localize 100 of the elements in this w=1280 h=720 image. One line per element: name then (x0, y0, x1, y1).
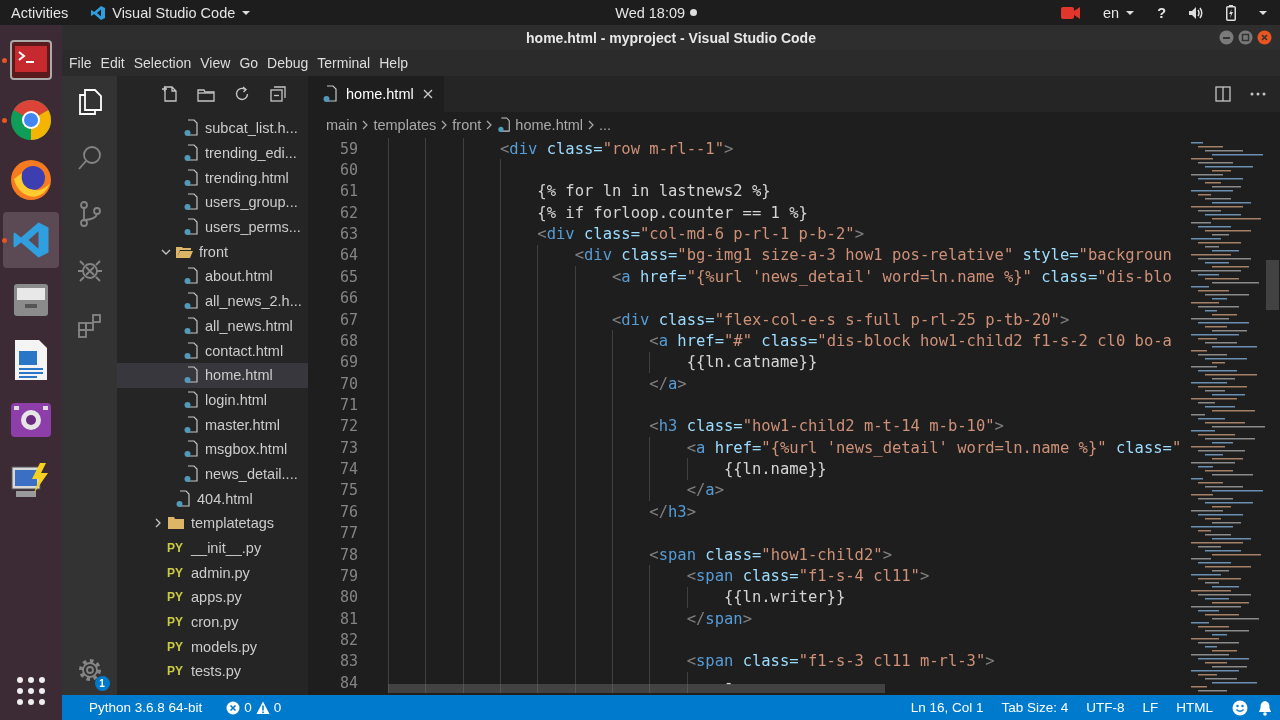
file-tree-item[interactable]: 404.html (117, 486, 308, 511)
file-tree-item[interactable]: about.html (117, 264, 308, 289)
more-actions-icon[interactable] (1250, 92, 1266, 96)
file-tree-item[interactable]: master.html (117, 412, 308, 437)
breadcrumb-item[interactable]: templates (373, 117, 437, 133)
battery-icon[interactable] (1226, 4, 1236, 21)
file-tree-item[interactable]: msgbox.html (117, 436, 308, 462)
file-name: tests.py (191, 663, 241, 680)
file-tree-item[interactable]: login.html (117, 387, 308, 413)
menu-item[interactable]: View (195, 55, 235, 71)
menu-item[interactable]: Edit (95, 55, 129, 71)
file-tree-item[interactable]: contact.html (117, 338, 308, 363)
vertical-scrollbar[interactable] (1266, 260, 1279, 310)
file-icon (183, 415, 199, 434)
line-number: 67 (339, 310, 358, 329)
file-tree-item[interactable]: all_news_2.h... (117, 288, 308, 314)
code-line: <span class="f1-s-3 cl11 m-rl-3"> (686, 652, 995, 671)
breadcrumb-item[interactable]: front (452, 117, 482, 133)
menu-item[interactable]: File (64, 55, 96, 71)
file-tree-item[interactable]: PY models.py (117, 634, 308, 660)
file-icon (183, 267, 199, 286)
file-name: front (199, 243, 228, 260)
line-number: 80 (339, 588, 358, 607)
menu-item[interactable]: Go (234, 55, 263, 71)
line-number: 78 (339, 545, 358, 564)
file-type-label: PY (167, 639, 183, 654)
file-tree-item[interactable]: PY tests.py (117, 659, 308, 684)
menu-item[interactable]: Help (374, 55, 413, 71)
file-tree-item[interactable]: PY apps.py (117, 585, 308, 610)
line-ending-setting[interactable]: LF (1133, 700, 1168, 715)
file-name: about.html (205, 268, 273, 285)
help-menu[interactable]: ? (1157, 4, 1166, 21)
camera-icon[interactable] (1061, 5, 1081, 20)
new-file-icon[interactable] (161, 85, 179, 103)
file-name: home.html (205, 367, 273, 384)
file-tree-item[interactable]: PY admin.py (117, 560, 308, 586)
encoding-setting[interactable]: UTF-8 (1077, 700, 1134, 715)
app-menu[interactable]: Visual Studio Code (90, 4, 252, 21)
file-tree-item[interactable]: PY cron.py (117, 609, 308, 635)
document-icon (13, 339, 49, 381)
collapse-all-icon[interactable] (269, 85, 287, 103)
python-interpreter[interactable]: Python 3.6.8 64-bit (80, 700, 212, 715)
menu-item[interactable]: Selection (128, 55, 196, 71)
file-tree-item[interactable]: all_news.html (117, 313, 308, 339)
menu-item[interactable]: Debug (262, 55, 313, 71)
file-tree-item[interactable]: news_detail.... (117, 461, 308, 487)
code-line: <span class="f1-s-4 cl11"> (686, 566, 930, 585)
file-icon (183, 218, 199, 237)
cursor-position[interactable]: Ln 16, Col 1 (901, 700, 993, 715)
file-name: all_news.html (205, 317, 293, 334)
smiley-icon[interactable] (1232, 699, 1248, 716)
file-name: trending.html (205, 169, 289, 186)
line-number: 59 (339, 139, 358, 158)
line-number: 76 (339, 502, 358, 521)
breadcrumb-item[interactable]: main (326, 117, 358, 133)
browser-icon (10, 99, 52, 141)
line-number: 83 (339, 652, 358, 671)
file-name: news_detail.... (205, 465, 298, 482)
breadcrumb-item[interactable]: ... (599, 117, 612, 133)
language-menu[interactable]: en (1103, 4, 1136, 21)
problems-indicator[interactable]: 0 0 (217, 700, 291, 715)
line-number: 61 (339, 182, 358, 201)
line-number: 74 (339, 460, 358, 479)
caret-icon[interactable] (1258, 9, 1268, 16)
file-tree-item[interactable]: users_group... (117, 190, 308, 215)
split-editor-icon[interactable] (1214, 85, 1232, 103)
bell-icon[interactable] (1258, 699, 1272, 716)
code-line: </h3> (649, 502, 696, 521)
breadcrumb-item[interactable]: home.html (497, 117, 584, 133)
blocks-icon[interactable] (75, 312, 104, 340)
line-number: 68 (339, 331, 358, 350)
code-editor-icon (11, 220, 51, 260)
file-tree-item[interactable]: trending_edi... (117, 140, 308, 166)
menu-item[interactable]: Terminal (312, 55, 375, 71)
activities-button[interactable]: Activities (11, 4, 69, 21)
file-icon (183, 390, 199, 409)
file-tree-item[interactable]: front (117, 239, 308, 265)
horizontal-scrollbar[interactable] (388, 684, 885, 693)
editor-tab[interactable]: home.html (308, 76, 444, 112)
file-tree-item[interactable]: PY __init__.py (117, 535, 308, 561)
search-icon[interactable] (75, 144, 104, 172)
file-tree-item[interactable]: trending.html (117, 165, 308, 191)
file-tree-item[interactable]: templatetags (117, 511, 308, 536)
clock[interactable]: Wed 18:09 (615, 4, 686, 21)
language-mode[interactable]: HTML (1167, 700, 1222, 715)
indentation-setting[interactable]: Tab Size: 4 (992, 700, 1078, 715)
file-tree-item[interactable]: subcat_list.h... (117, 116, 308, 141)
refresh-icon[interactable] (233, 85, 251, 103)
speaker-icon[interactable] (1188, 5, 1204, 20)
close-icon[interactable] (421, 88, 434, 100)
maximize-icon[interactable] (1238, 30, 1253, 45)
file-tree-item[interactable]: users_perms... (117, 214, 308, 240)
code-line: <div class="flex-col-e-s s-full p-rl-25 p-tb-20"> (611, 310, 1070, 329)
file-name: msgbox.html (205, 441, 288, 458)
app-grid-icon[interactable] (16, 676, 46, 706)
code-line: {{ln.name}} (723, 460, 827, 479)
minimize-icon[interactable] (1219, 30, 1234, 45)
code-line: {% if forloop.counter == 1 %} (537, 203, 808, 222)
file-icon (183, 341, 199, 360)
file-tree-item[interactable]: home.html (117, 362, 308, 388)
